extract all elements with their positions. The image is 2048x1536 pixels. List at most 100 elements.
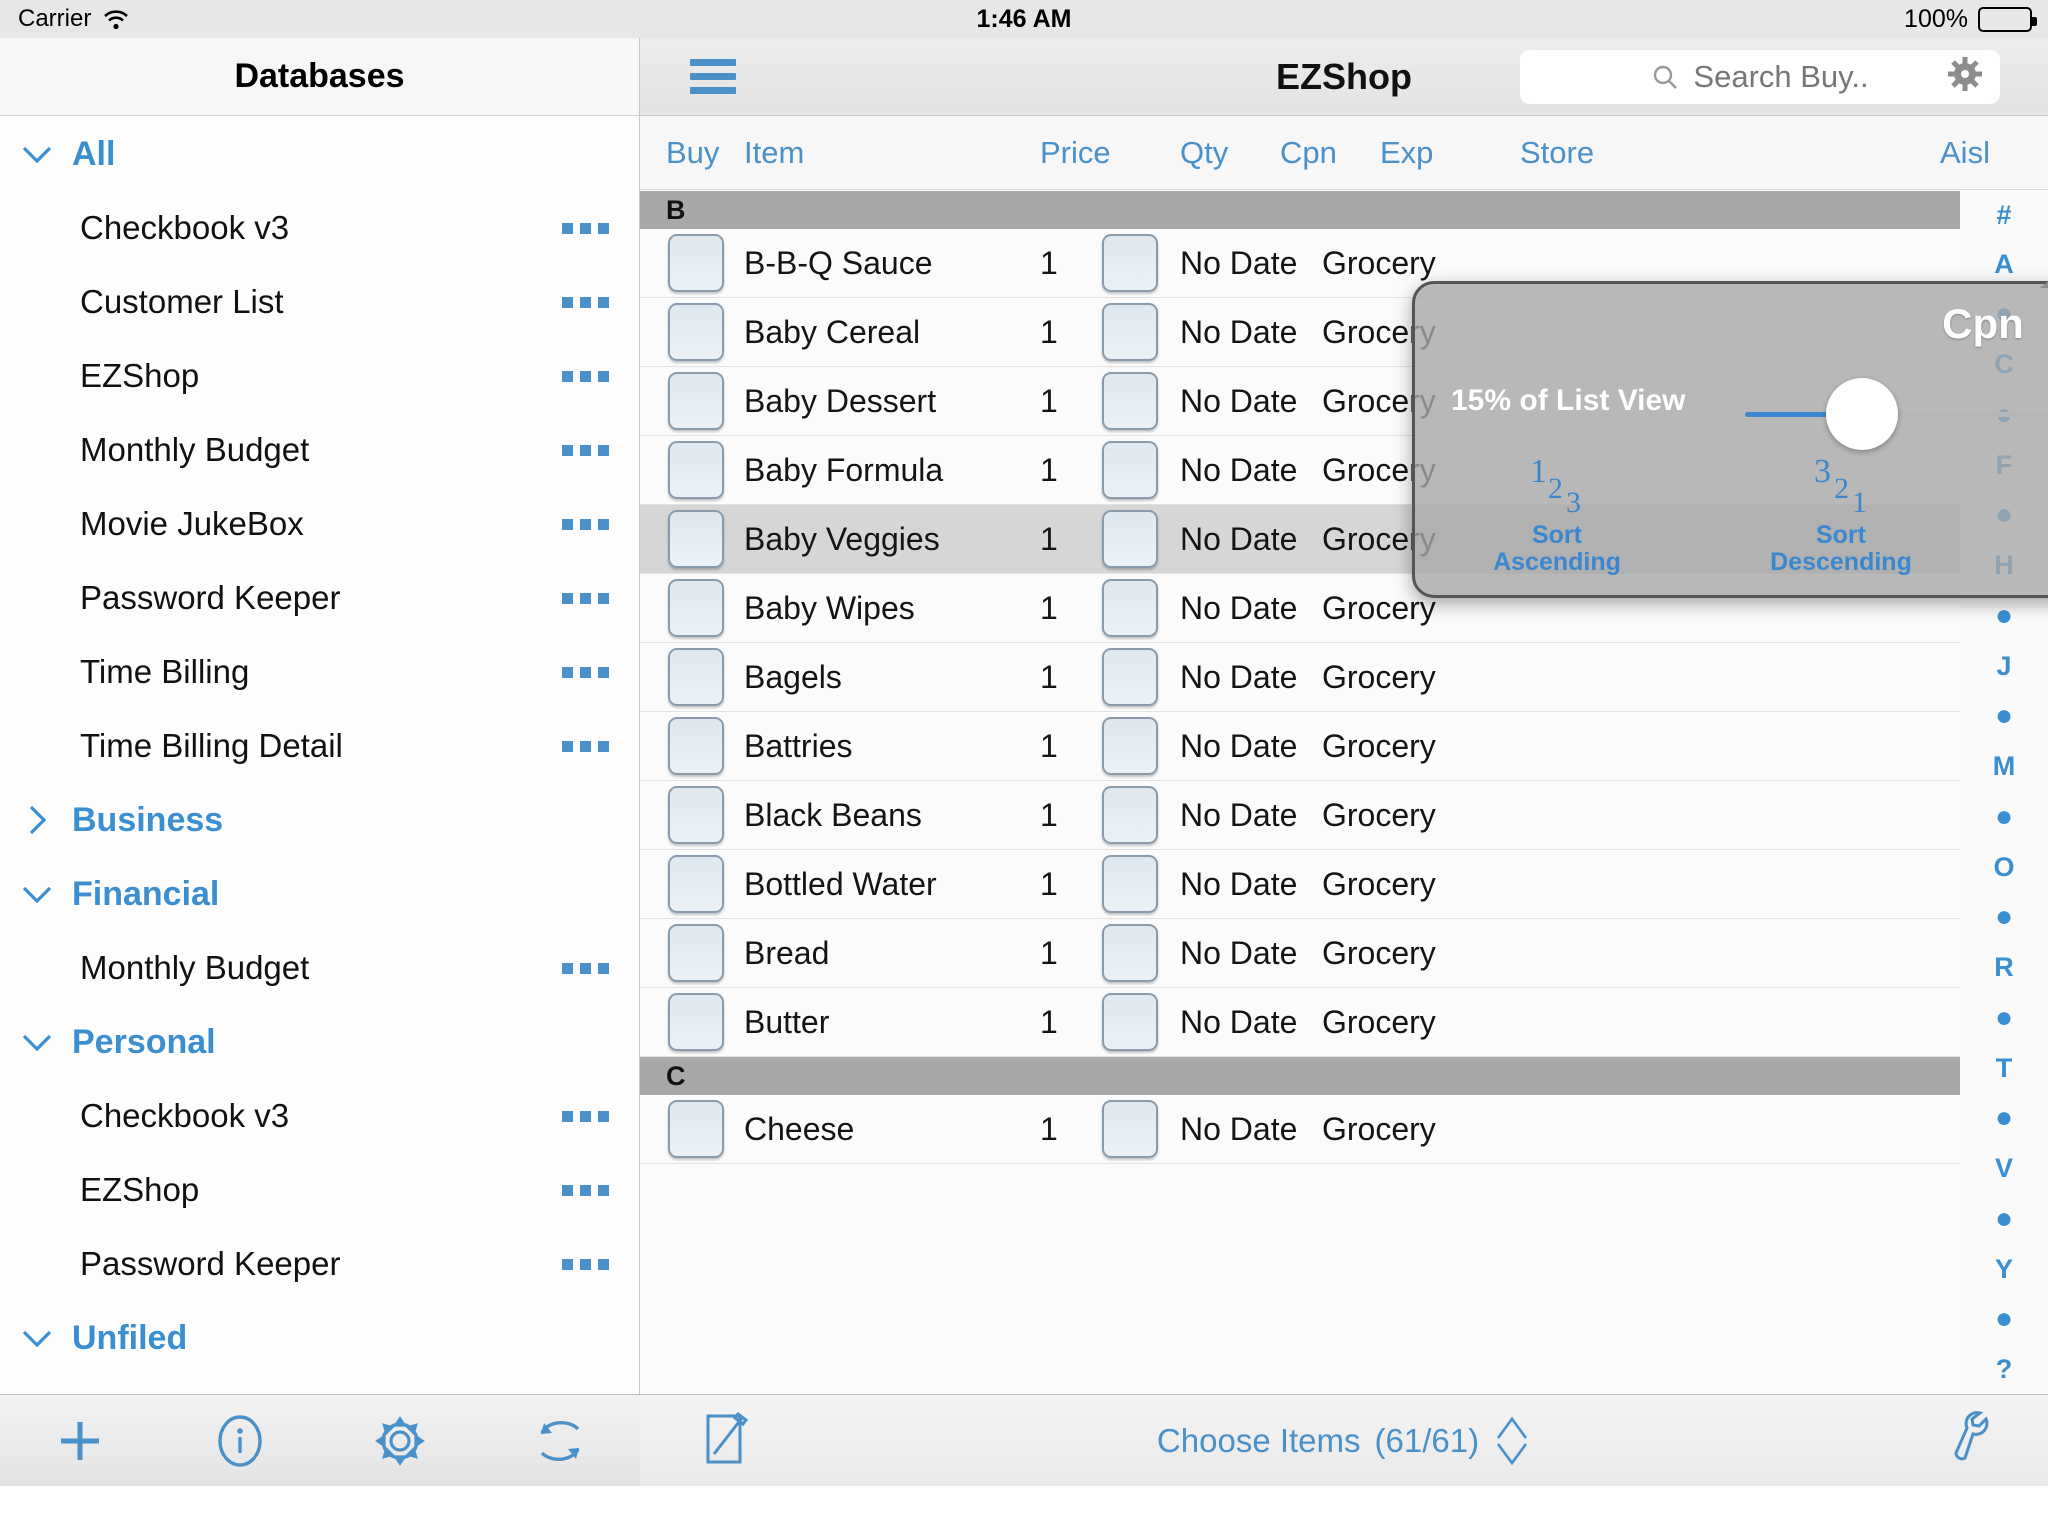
index-letter[interactable]: V xyxy=(1995,1155,2013,1182)
buy-checkbox[interactable] xyxy=(668,993,724,1051)
table-row[interactable]: Butter 1 No Date Grocery xyxy=(640,988,1960,1057)
add-button[interactable] xyxy=(0,1414,160,1468)
sidebar-group-unfiled[interactable]: Unfiled xyxy=(0,1301,639,1375)
index-letter[interactable]: ● xyxy=(1995,801,2013,832)
sidebar-item-checkbook-v3[interactable]: Checkbook v3 xyxy=(0,1079,639,1153)
cpn-checkbox[interactable] xyxy=(1102,993,1158,1051)
index-letter[interactable]: ? xyxy=(1996,1356,2013,1383)
index-letter[interactable]: M xyxy=(1993,753,2016,780)
buy-checkbox[interactable] xyxy=(668,441,724,499)
search-input[interactable]: Search Buy.. xyxy=(1520,49,2000,104)
more-options-icon[interactable] xyxy=(562,370,609,382)
sort-descending-button[interactable]: 3 2 1 Sort Descending xyxy=(1699,454,1983,584)
buy-checkbox[interactable] xyxy=(668,372,724,430)
sidebar-item-checkbook-v3[interactable]: Checkbook v3 xyxy=(0,191,639,265)
chevron-down-icon[interactable] xyxy=(16,1021,58,1063)
chevron-down-icon[interactable] xyxy=(16,873,58,915)
column-header-price[interactable]: Price xyxy=(1040,135,1111,171)
sidebar-item-time-billing[interactable]: Time Billing xyxy=(0,635,639,709)
index-letter[interactable]: O xyxy=(1993,853,2014,881)
buy-checkbox[interactable] xyxy=(668,303,724,361)
column-width-slider[interactable] xyxy=(1745,378,2048,450)
sidebar-item-movie-jukebox[interactable]: Movie JukeBox xyxy=(0,487,639,561)
buy-checkbox[interactable] xyxy=(668,924,724,982)
sidebar-item-customer-list[interactable]: Customer List xyxy=(0,265,639,339)
chevron-down-icon[interactable] xyxy=(16,133,58,175)
search-settings-button[interactable] xyxy=(1948,57,1982,96)
cpn-checkbox[interactable] xyxy=(1102,234,1158,292)
column-header-aisl[interactable]: Aisl xyxy=(1940,135,1990,171)
sidebar-item-time-billing-detail[interactable]: Time Billing Detail xyxy=(0,709,639,783)
buy-checkbox[interactable] xyxy=(668,855,724,913)
more-options-icon[interactable] xyxy=(562,1258,609,1270)
index-letter[interactable]: ● xyxy=(1995,1002,2013,1033)
sidebar-group-personal[interactable]: Personal xyxy=(0,1005,639,1079)
index-letter[interactable]: ● xyxy=(1995,902,2013,932)
table-row[interactable]: Bread 1 No Date Grocery xyxy=(640,919,1960,988)
sidebar-group-all[interactable]: All xyxy=(0,117,639,191)
tools-button[interactable] xyxy=(1946,1407,1996,1474)
sidebar-item-ezshop[interactable]: EZShop xyxy=(0,339,639,413)
buy-checkbox[interactable] xyxy=(668,648,724,706)
more-options-icon[interactable] xyxy=(562,222,609,234)
info-button[interactable] xyxy=(160,1412,320,1470)
cpn-checkbox[interactable] xyxy=(1102,510,1158,568)
index-letter[interactable]: ● xyxy=(1995,1203,2013,1234)
cpn-checkbox[interactable] xyxy=(1102,855,1158,913)
table-row[interactable]: Bottled Water 1 No Date Grocery xyxy=(640,850,1960,919)
buy-checkbox[interactable] xyxy=(668,510,724,568)
buy-checkbox[interactable] xyxy=(668,786,724,844)
table-row[interactable]: Black Beans 1 No Date Grocery xyxy=(640,781,1960,850)
sidebar-item-ezshop[interactable]: EZShop xyxy=(0,1153,639,1227)
sidebar-item-password-keeper[interactable]: Password Keeper xyxy=(0,1227,639,1301)
sync-button[interactable] xyxy=(480,1413,640,1469)
sidebar-group-business[interactable]: Business xyxy=(0,783,639,857)
index-letter[interactable]: R xyxy=(1994,954,2014,981)
index-letter[interactable]: ● xyxy=(1995,600,2013,631)
more-options-icon[interactable] xyxy=(562,444,609,456)
column-header-store[interactable]: Store xyxy=(1520,135,1594,171)
cpn-checkbox[interactable] xyxy=(1102,717,1158,775)
index-letter[interactable]: ● xyxy=(1995,1103,2013,1133)
sidebar-item-password-keeper[interactable]: Password Keeper xyxy=(0,561,639,635)
table-row[interactable]: Battries 1 No Date Grocery xyxy=(640,712,1960,781)
chevron-right-icon[interactable] xyxy=(16,799,58,841)
sidebar-group-financial[interactable]: Financial xyxy=(0,857,639,931)
more-options-icon[interactable] xyxy=(562,1184,609,1196)
more-options-icon[interactable] xyxy=(562,962,609,974)
settings-button[interactable] xyxy=(320,1412,480,1470)
buy-checkbox[interactable] xyxy=(668,579,724,637)
sort-ascending-button[interactable]: 1 2 3 Sort Ascending xyxy=(1415,454,1699,584)
more-options-icon[interactable] xyxy=(562,1110,609,1122)
column-header-buy[interactable]: Buy xyxy=(666,135,719,171)
index-letter[interactable]: T xyxy=(1996,1054,2013,1082)
column-header-exp[interactable]: Exp xyxy=(1380,135,1433,171)
column-header-item[interactable]: Item xyxy=(744,135,804,171)
cpn-checkbox[interactable] xyxy=(1102,924,1158,982)
cpn-checkbox[interactable] xyxy=(1102,1100,1158,1158)
index-letter[interactable]: # xyxy=(1996,201,2011,229)
cpn-checkbox[interactable] xyxy=(1102,648,1158,706)
chevron-down-icon[interactable] xyxy=(16,1317,58,1359)
buy-checkbox[interactable] xyxy=(668,234,724,292)
more-options-icon[interactable] xyxy=(562,592,609,604)
column-header-cpn[interactable]: Cpn xyxy=(1280,135,1337,171)
more-options-icon[interactable] xyxy=(562,518,609,530)
cpn-checkbox[interactable] xyxy=(1102,579,1158,637)
cpn-checkbox[interactable] xyxy=(1102,303,1158,361)
more-options-icon[interactable] xyxy=(562,666,609,678)
choose-items-control[interactable]: Choose Items (61/61) xyxy=(640,1413,2048,1469)
run-report-button[interactable]: Run Report xyxy=(1983,454,2048,584)
column-header-qty[interactable]: Qty xyxy=(1180,135,1228,171)
cpn-checkbox[interactable] xyxy=(1102,786,1158,844)
index-letter[interactable]: ● xyxy=(1995,701,2013,731)
cpn-checkbox[interactable] xyxy=(1102,441,1158,499)
index-letter[interactable]: ● xyxy=(1995,1304,2013,1334)
more-options-icon[interactable] xyxy=(562,740,609,752)
buy-checkbox[interactable] xyxy=(668,1100,724,1158)
cpn-checkbox[interactable] xyxy=(1102,372,1158,430)
table-row[interactable]: Cheese 1 No Date Grocery xyxy=(640,1095,1960,1164)
sidebar-item-monthly-budget[interactable]: Monthly Budget xyxy=(0,413,639,487)
index-letter[interactable]: A xyxy=(1994,250,2014,278)
buy-checkbox[interactable] xyxy=(668,717,724,775)
